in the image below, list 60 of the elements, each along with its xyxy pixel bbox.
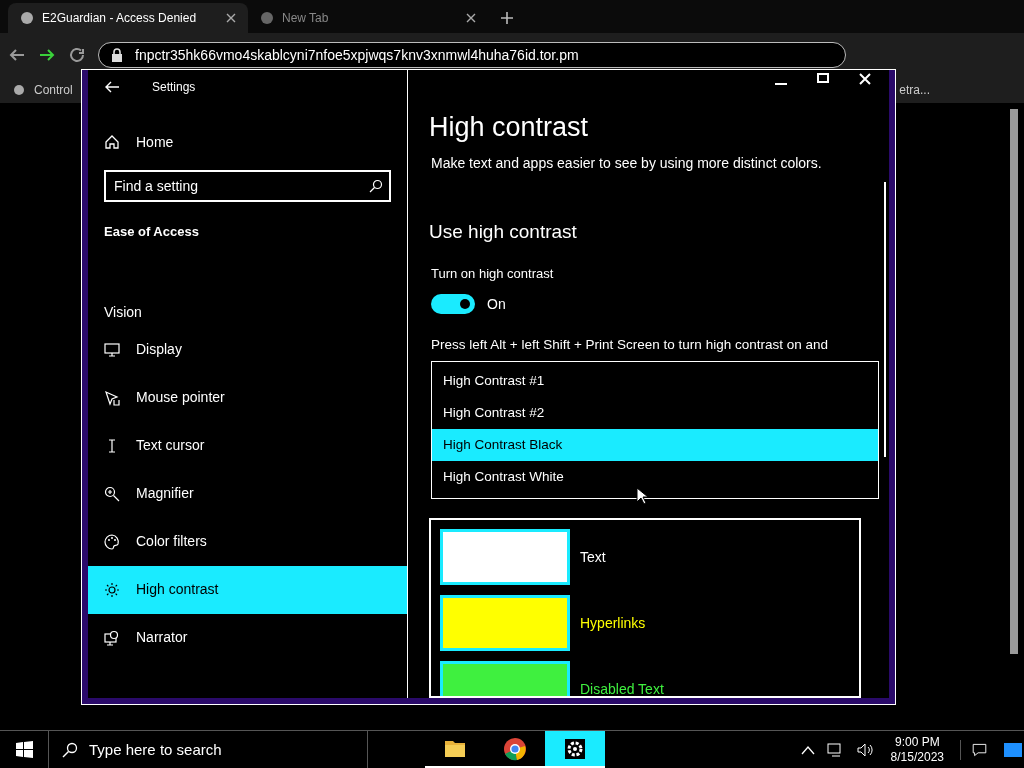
section-label: Vision <box>103 302 143 322</box>
section-heading: Use high contrast <box>429 219 578 244</box>
search-icon <box>62 741 78 758</box>
color-swatch[interactable] <box>440 529 570 585</box>
volume-icon <box>856 741 875 758</box>
back-icon <box>104 80 120 94</box>
dropdown-option[interactable]: High Contrast #1 <box>432 364 878 397</box>
bookmark-link[interactable]: etra... <box>899 81 930 99</box>
scrollbar[interactable] <box>1010 109 1018 654</box>
address-bar[interactable]: fnpctr35hk66vmo4skablcyni7nfoe5xpjwqs7knv3xnmwl4huha76id.tor.pm <box>98 42 846 68</box>
nav-item[interactable]: Display <box>88 325 407 374</box>
close-icon <box>226 13 236 23</box>
nav-item[interactable]: Text cursor <box>88 421 407 470</box>
color-label: Text <box>580 547 606 567</box>
address-text: fnpctr35hk66vmo4skablcyni7nfoe5xpjwqs7knv3xnmwl4huha76id.tor.pm <box>135 45 579 65</box>
toggle-state: On <box>487 294 506 314</box>
monitor-icon <box>104 341 120 358</box>
clock-time: 9:00 PM <box>894 734 940 750</box>
home-icon <box>104 134 120 150</box>
taskbar-search-field[interactable]: Type here to search <box>48 730 368 768</box>
nav-item[interactable]: Mouse pointer <box>88 373 407 422</box>
nav-item[interactable]: Color filters <box>88 517 407 566</box>
reload-icon[interactable] <box>68 46 86 64</box>
toggle-switch[interactable] <box>431 294 475 315</box>
maximize-icon <box>817 73 829 86</box>
pointer-icon <box>104 389 120 406</box>
toggle-label: Turn on high contrast <box>431 265 555 284</box>
dropdown-option[interactable]: High Contrast Black <box>432 428 878 461</box>
minimize-icon <box>775 83 787 86</box>
narrator-icon <box>104 629 120 646</box>
color-swatch[interactable] <box>440 595 570 651</box>
dropdown-option[interactable]: High Contrast #2 <box>432 396 878 429</box>
browser-tab[interactable]: E2Guardian - Access Denied <box>8 3 248 33</box>
sun-icon <box>104 581 120 598</box>
clock-date: 8/15/2023 <box>890 749 944 765</box>
close-icon <box>466 13 476 23</box>
search-field[interactable]: Find a setting <box>104 170 391 202</box>
category-heading: Ease of Access <box>103 223 200 241</box>
chevron-up-icon <box>800 744 815 755</box>
nav-item[interactable]: High contrast <box>88 565 407 614</box>
magnifier-icon <box>104 485 120 502</box>
lock-icon <box>111 48 123 62</box>
dropdown-option[interactable]: High Contrast White <box>432 460 878 493</box>
search-icon <box>369 179 383 193</box>
home-nav-item[interactable]: Home <box>88 118 407 166</box>
window-title: Settings <box>152 79 196 96</box>
bookmark-link[interactable]: Control <box>34 81 73 99</box>
nav-item[interactable]: Narrator <box>88 613 407 662</box>
scrollbar[interactable] <box>884 182 886 457</box>
color-label: Hyperlinks <box>580 613 646 633</box>
palette-icon <box>104 533 120 550</box>
shortcut-text: Press left Alt + left Shift + Print Screen to turn high contrast on and <box>431 335 829 354</box>
new-tab-icon <box>500 11 514 25</box>
description-text: Make text and apps easier to see by using more distinct colors. <box>431 153 823 173</box>
taskbar-app-button[interactable] <box>545 731 605 768</box>
color-label: Disabled Text <box>580 679 664 696</box>
close-icon <box>859 73 871 86</box>
browser-tab[interactable]: New Tab <box>248 3 488 33</box>
page-heading: High contrast <box>429 110 590 144</box>
nav-item[interactable]: Magnifier <box>88 469 407 518</box>
